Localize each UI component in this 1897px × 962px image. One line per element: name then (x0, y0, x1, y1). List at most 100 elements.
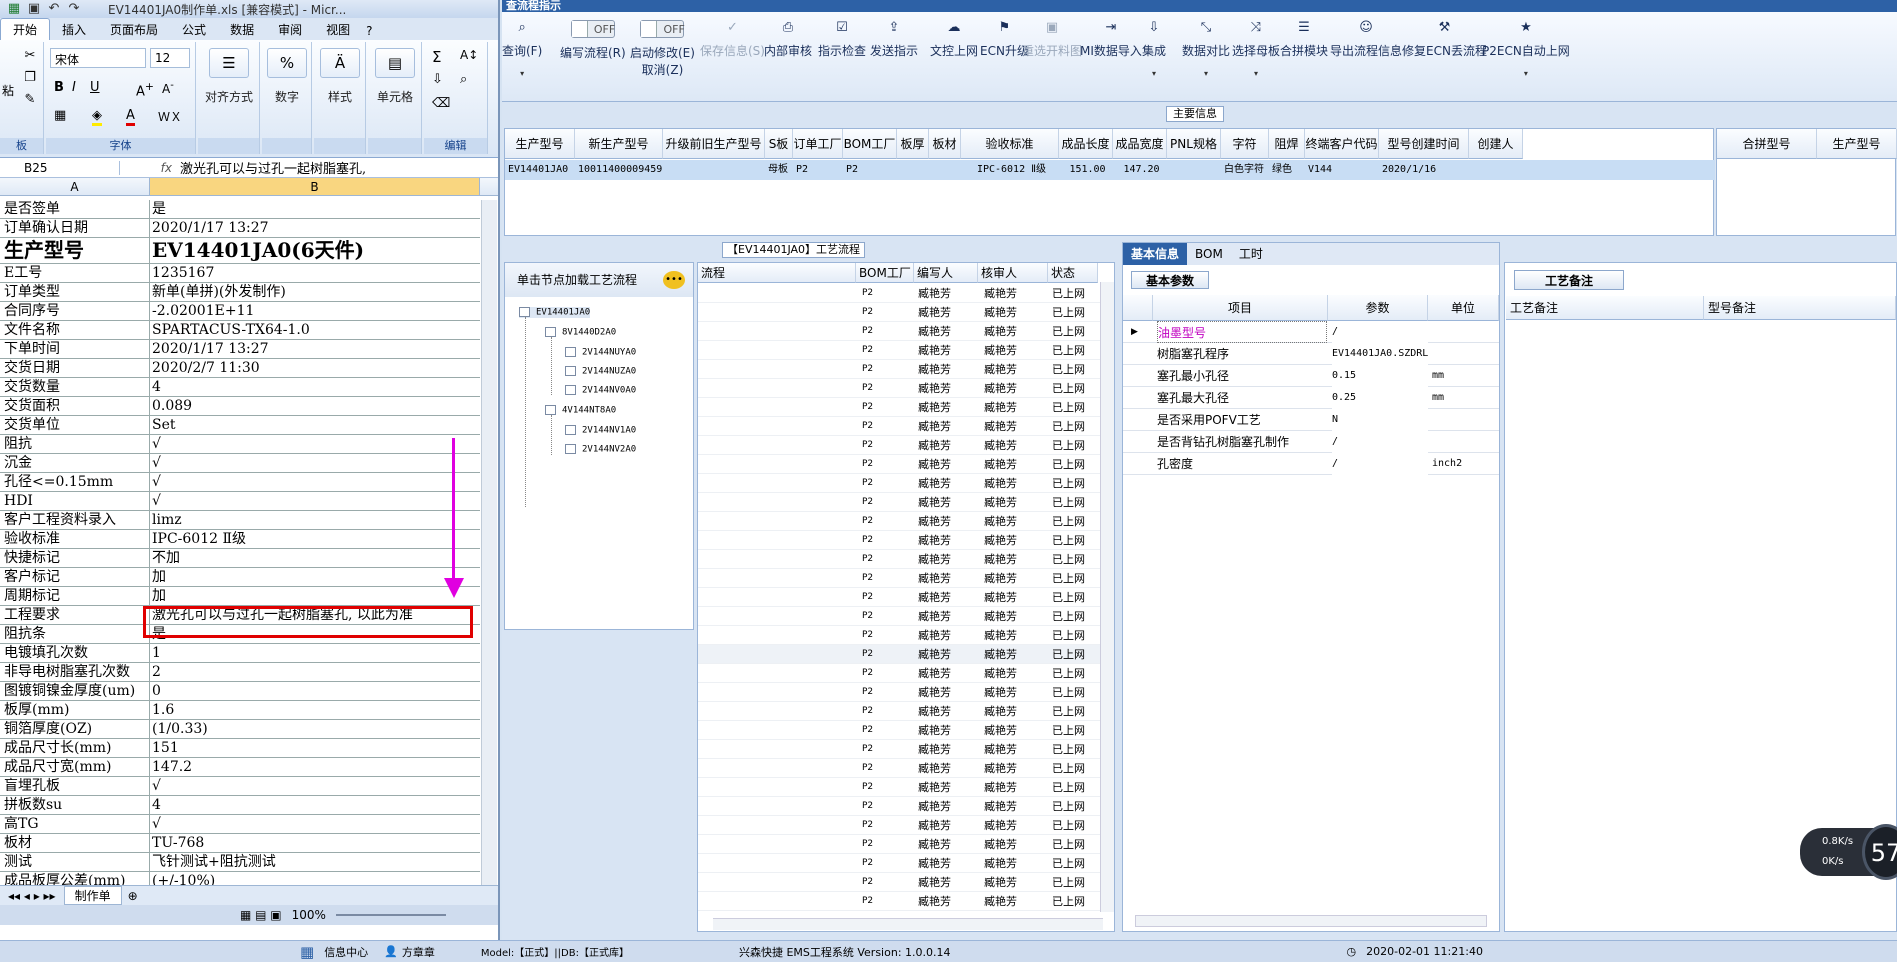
border-icon[interactable]: ▦ (54, 108, 66, 123)
main-cell[interactable]: 白色字符 (1221, 160, 1269, 180)
undo-icon[interactable]: ↶ (46, 1, 62, 17)
process-header[interactable]: 流程 (698, 263, 856, 283)
grow-font-button[interactable]: A+ (136, 80, 154, 99)
tab-insert[interactable]: 插入 (50, 19, 98, 40)
underline-button[interactable]: U (90, 80, 100, 95)
tree-node[interactable]: 2V144NV1A0 (565, 425, 636, 436)
process-row[interactable]: 等离子处理P2臧艳芳臧艳芳已上网 (698, 341, 1114, 360)
process-row[interactable]: 去毛刺1P2臧艳芳臧艳芳已上网 (698, 531, 1114, 550)
cell-label[interactable]: 交货日期 (0, 359, 150, 377)
main-header[interactable]: 升级前旧生产型号 (663, 129, 765, 159)
info-row[interactable]: 是否背钻孔树脂塞孔制作 / (1123, 431, 1499, 453)
main-cell[interactable]: V144 (1305, 160, 1379, 180)
cell-label[interactable]: 高TG (0, 815, 150, 833)
tree-node[interactable]: 4V144NT8A0 (545, 405, 616, 416)
dropdown-icon[interactable]: ▾ (502, 69, 542, 78)
help-icon[interactable]: ? (362, 22, 376, 40)
process-row[interactable]: −陶瓷磨板P2臧艳芳臧艳芳已上网 (698, 683, 1114, 702)
node-checkbox[interactable] (519, 307, 530, 317)
cell-label[interactable]: 板材 (0, 834, 150, 852)
cell-label[interactable]: 下单时间 (0, 340, 150, 358)
main-header[interactable]: PNL规格 (1167, 129, 1221, 159)
toolbar-btn[interactable]: ⇩ 集成 ▾ (1142, 20, 1166, 78)
process-row[interactable]: 减薄铜P2臧艳芳臧艳芳已上网 (698, 740, 1114, 759)
shrink-font-button[interactable]: A- (162, 80, 174, 96)
toolbar-btn[interactable]: ☰ 合拼模块 (1280, 20, 1328, 59)
copy-icon[interactable]: ❐ (22, 70, 38, 86)
cell-label[interactable]: 订单确认日期 (0, 219, 150, 237)
cell-value[interactable]: TU-768 (150, 834, 480, 852)
cell-label[interactable]: HDI (0, 492, 150, 510)
cell-value[interactable]: 4 (150, 378, 480, 396)
cell-value[interactable]: 0 (150, 682, 480, 700)
toolbar-btn[interactable]: ☁ 文控上网 (930, 20, 978, 59)
number-label[interactable]: 数字 (257, 88, 317, 105)
toolbar-btn[interactable]: ✓ 保存信息(S) (700, 20, 765, 59)
toolbar-btn[interactable]: ⌕ 查询(F) ▾ (502, 20, 542, 78)
process-row[interactable]: 负片电镀P2臧艳芳臧艳芳已上网 (698, 588, 1114, 607)
tree-node[interactable]: 2V144NV0A0 (565, 385, 636, 396)
info-header-item[interactable]: 项目 (1153, 295, 1328, 321)
main-header[interactable]: 新生产型号 (575, 129, 663, 159)
info-row[interactable]: 塞孔最小孔径 0.15 mm (1123, 365, 1499, 387)
cell-label[interactable]: 是否签单 (0, 200, 150, 218)
cell-value[interactable]: 1235167 (150, 264, 480, 282)
cell-value[interactable]: EV14401JA0(6天件) (150, 238, 480, 263)
tab-formulas[interactable]: 公式 (170, 19, 218, 40)
cell-value[interactable]: √ (150, 815, 480, 833)
cell-label[interactable]: 周期标记 (0, 587, 150, 605)
autosum-icon[interactable]: Σ (432, 48, 441, 66)
cell-value[interactable]: 加 (150, 568, 480, 586)
main-cell[interactable]: 10011400009459 (575, 160, 663, 180)
toolbar-btn[interactable]: ⇪ 发送指示 (870, 20, 918, 59)
name-box[interactable]: B25 (0, 160, 120, 175)
info-param[interactable]: 0.25 (1332, 387, 1428, 409)
cell-value[interactable]: √ (150, 435, 480, 453)
main-header[interactable]: 成品长度 (1059, 129, 1113, 159)
info-param[interactable]: / (1332, 431, 1428, 453)
process-row[interactable]: 树脂钻孔P2臧艳芳臧艳芳已上网 (698, 493, 1114, 512)
cell-label[interactable]: 电镀填孔次数 (0, 644, 150, 662)
tab-data[interactable]: 数据 (218, 19, 266, 40)
node-checkbox[interactable] (545, 405, 556, 415)
toolbar-btn[interactable]: ▣ 重选开料图 (1022, 20, 1082, 59)
process-row[interactable]: −减薄铜P2臧艳芳臧艳芳已上网 (698, 721, 1114, 740)
cell-value[interactable]: Set (150, 416, 480, 434)
toolbar-btn[interactable]: ⚒ 修复ECN丢流程 (1402, 20, 1487, 59)
normal-view-icon[interactable]: ▦ ▤ ▣ (240, 908, 282, 922)
info-param[interactable]: N (1332, 409, 1428, 431)
main-cell[interactable]: 147.20 (1113, 160, 1167, 180)
find-icon[interactable]: ⌕ (460, 72, 467, 87)
cell-value[interactable]: 2020/2/7 11:30 (150, 359, 480, 377)
merge-header-model[interactable]: 合拼型号 (1717, 129, 1817, 159)
process-row[interactable]: −AOIP2臧艳芳臧艳芳已上网 (698, 398, 1114, 417)
cell-label[interactable]: 客户工程资料录入 (0, 511, 150, 529)
save-icon[interactable]: ▣ (26, 1, 42, 17)
cells-icon[interactable]: ▤ (375, 48, 415, 78)
node-checkbox[interactable] (565, 366, 576, 376)
info-row[interactable]: 孔密度 / inch2 (1123, 453, 1499, 475)
process-row[interactable]: −沉铜2P2臧艳芳臧艳芳已上网 (698, 873, 1114, 892)
cell-label[interactable]: 验收标准 (0, 530, 150, 548)
main-header[interactable]: 终端客户代码 (1305, 129, 1379, 159)
process-row[interactable]: 沉铜1P2臧艳芳臧艳芳已上网 (698, 550, 1114, 569)
process-row[interactable]: 激光钻孔P2臧艳芳臧艳芳已上网 (698, 303, 1114, 322)
tab-process-remark[interactable]: 工艺备注 (1514, 270, 1624, 290)
cell-value[interactable]: 2020/1/17 13:27 (150, 219, 480, 237)
dropdown-icon[interactable]: ▾ (1482, 69, 1570, 78)
main-cell[interactable]: IPC-6012 Ⅱ级 (961, 160, 1059, 180)
cell-value[interactable]: 1.6 (150, 701, 480, 719)
cell-value[interactable]: 是 (150, 200, 480, 218)
process-row[interactable]: 盲孔检查P2臧艳芳臧艳芳已上网 (698, 417, 1114, 436)
formula-input[interactable]: 激光孔可以与过孔一起树脂塞孔, (180, 158, 498, 177)
main-header[interactable]: S板 (765, 129, 793, 159)
cell-value[interactable]: SPARTACUS-TX64-1.0 (150, 321, 480, 339)
process-row[interactable]: X-Ray冲孔2P2臧艳芳臧艳芳已上网 (698, 816, 1114, 835)
cell-value[interactable]: √ (150, 454, 480, 472)
main-cell[interactable] (1469, 160, 1523, 180)
dropdown-icon[interactable]: ▾ (1182, 69, 1230, 78)
cell-label[interactable]: 生产型号 (0, 238, 150, 263)
styles-icon[interactable]: Ä (320, 48, 360, 78)
vertical-scrollbar[interactable] (481, 200, 497, 890)
toolbar-btn[interactable]: ★ P2ECN自动上网 ▾ (1482, 20, 1570, 78)
